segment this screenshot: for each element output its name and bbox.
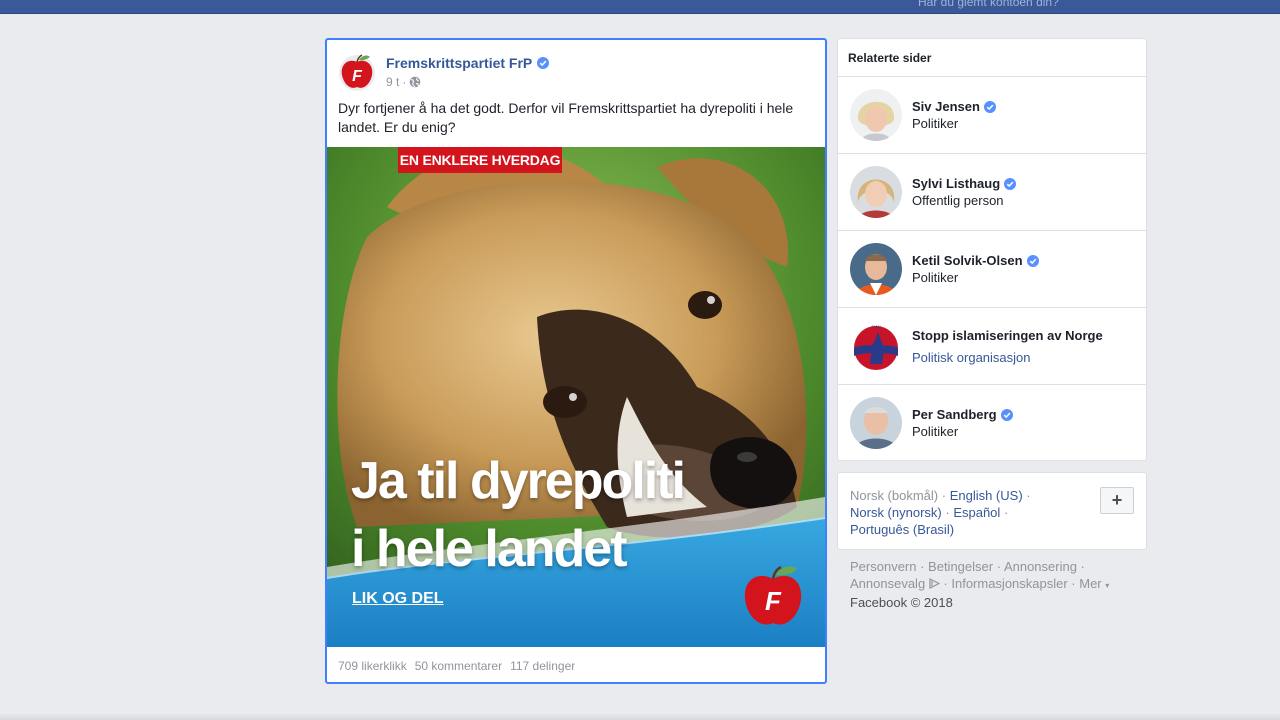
related-page-category: Politiker xyxy=(912,424,959,439)
related-page-item[interactable]: SIAN Stopp islamiseringen av Norge Polit… xyxy=(838,308,1146,385)
related-page-name-text[interactable]: Ketil Solvik-Olsen xyxy=(912,253,1023,268)
frp-apple-logo-icon[interactable]: F xyxy=(337,52,377,92)
page-name-link[interactable]: Fremskrittspartiet FrP xyxy=(386,55,550,71)
post-meta: 9 t · xyxy=(386,75,421,89)
related-page-name[interactable]: Ketil Solvik-Olsen xyxy=(912,253,1039,268)
image-cta: LIK OG DEL xyxy=(352,590,444,607)
language-selector-panel: Norsk (bokmål) · English (US) · Norsk (n… xyxy=(837,472,1147,550)
language-link-nynorsk[interactable]: Norsk (nynorsk) xyxy=(850,505,942,520)
footer-link-advertising[interactable]: Annonsering xyxy=(1004,559,1077,574)
svg-text:F: F xyxy=(765,586,782,616)
svg-text:F: F xyxy=(352,68,363,85)
related-pages-title: Relaterte sider xyxy=(838,39,1146,77)
image-banner: EN ENKLERE HVERDAG xyxy=(398,147,562,173)
post-image[interactable]: EN ENKLERE HVERDAG Ja til dyrepoliti i h… xyxy=(327,147,825,647)
footer-link-terms[interactable]: Betingelser xyxy=(928,559,993,574)
post-text: Dyr fortjener å ha det godt. Derfor vil … xyxy=(338,100,794,135)
meta-separator: · xyxy=(402,75,407,89)
svg-text:SIAN: SIAN xyxy=(871,324,880,329)
verified-badge-icon xyxy=(983,100,996,113)
related-page-name-text[interactable]: Siv Jensen xyxy=(912,99,980,114)
related-pages-panel: Relaterte sider Siv Jensen Politiker Syl… xyxy=(837,38,1147,461)
related-page-category[interactable]: Politisk organisasjon xyxy=(912,350,1031,365)
forgot-account-link[interactable]: Har du glemt kontoen din? xyxy=(918,0,1059,9)
related-page-name[interactable]: Per Sandberg xyxy=(912,407,1013,422)
bottom-shadow xyxy=(0,713,1280,720)
language-link-spanish[interactable]: Español xyxy=(953,505,1000,520)
language-link-portuguese[interactable]: Português (Brasil) xyxy=(850,522,954,537)
frp-apple-logo-icon: F xyxy=(741,563,805,629)
globe-icon xyxy=(410,76,421,88)
avatar[interactable]: SIAN xyxy=(850,320,902,372)
post-card: F Fremskrittspartiet FrP 9 t · Dyr fortj… xyxy=(325,38,827,684)
related-page-item[interactable]: Sylvi Listhaug Offentlig person xyxy=(838,154,1146,231)
related-page-item[interactable]: Per Sandberg Politiker xyxy=(838,385,1146,462)
likes-count[interactable]: 709 likerklikk xyxy=(338,659,407,673)
verified-badge-icon xyxy=(1004,177,1017,190)
related-page-item[interactable]: Siv Jensen Politiker xyxy=(838,77,1146,154)
related-page-category: Politiker xyxy=(912,116,959,131)
image-headline-line1: Ja til dyrepoliti xyxy=(351,452,686,510)
avatar[interactable] xyxy=(850,166,902,218)
image-headline: Ja til dyrepoliti i hele landet xyxy=(351,447,686,583)
related-page-item[interactable]: Ketil Solvik-Olsen Politiker xyxy=(838,231,1146,308)
more-languages-button[interactable]: + xyxy=(1100,487,1134,514)
footer-link-cookies[interactable]: Informasjonskapsler xyxy=(951,576,1067,591)
post-header: F Fremskrittspartiet FrP 9 t · xyxy=(337,52,817,94)
caret-down-icon[interactable]: ▾ xyxy=(1105,581,1109,590)
verified-badge-icon xyxy=(537,57,550,69)
related-page-name-text[interactable]: Sylvi Listhaug xyxy=(912,176,1000,191)
avatar[interactable] xyxy=(850,397,902,449)
related-page-name[interactable]: Sylvi Listhaug xyxy=(912,176,1017,191)
related-page-name[interactable]: Siv Jensen xyxy=(912,99,996,114)
post-stats: 709 likerklikk 50 kommentarer 117 deling… xyxy=(338,659,575,673)
footer-link-privacy[interactable]: Personvern xyxy=(850,559,916,574)
avatar[interactable] xyxy=(850,89,902,141)
verified-badge-icon xyxy=(1000,408,1013,421)
related-page-name[interactable]: Stopp islamiseringen av Norge xyxy=(912,328,1103,343)
page-name-text[interactable]: Fremskrittspartiet FrP xyxy=(386,55,532,71)
copyright: Facebook © 2018 xyxy=(850,595,953,610)
post-timestamp[interactable]: 9 t xyxy=(386,75,399,89)
language-link-english[interactable]: English (US) xyxy=(950,488,1023,503)
language-list: Norsk (bokmål) · English (US) · Norsk (n… xyxy=(850,488,1031,537)
current-language: Norsk (bokmål) xyxy=(850,488,939,503)
comments-count[interactable]: 50 kommentarer xyxy=(415,659,502,673)
related-page-name-text[interactable]: Stopp islamiseringen av Norge xyxy=(912,328,1103,343)
footer-link-more[interactable]: Mer xyxy=(1079,576,1101,591)
ad-choices-icon xyxy=(929,578,941,589)
footer-link-ad-choices[interactable]: Annonsevalg xyxy=(850,576,925,591)
shares-count[interactable]: 117 delinger xyxy=(510,659,575,673)
related-page-category: Offentlig person xyxy=(912,193,1004,208)
image-headline-line2: i hele landet xyxy=(351,520,628,578)
verified-badge-icon xyxy=(1026,254,1039,267)
related-page-name-text[interactable]: Per Sandberg xyxy=(912,407,997,422)
related-page-category: Politiker xyxy=(912,270,959,285)
footer-links: Personvern · Betingelser · Annonsering ·… xyxy=(850,559,1110,610)
avatar[interactable] xyxy=(850,243,902,295)
top-navigation-bar: Har du glemt kontoen din? xyxy=(0,0,1280,14)
